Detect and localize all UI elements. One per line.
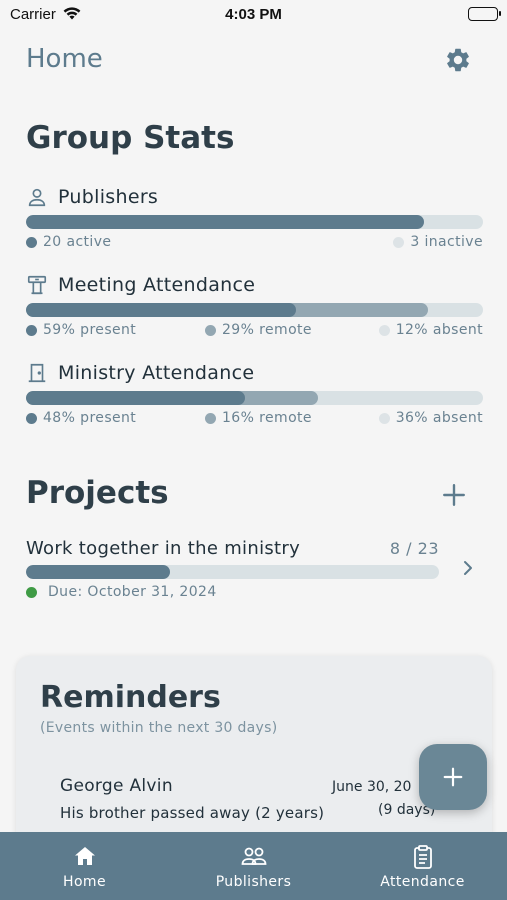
projects-title: Projects (26, 475, 169, 511)
publishers-label: Publishers (58, 186, 159, 208)
reminder-date: June 30, 20 (332, 779, 412, 795)
project-name: Work together in the ministry (26, 538, 301, 559)
meeting-attendance-label: Meeting Attendance (58, 274, 256, 296)
tab-attendance[interactable]: Attendance (338, 832, 507, 900)
meeting-attendance-bar (26, 303, 483, 317)
publishers-bar (26, 215, 483, 229)
due-status-dot (26, 586, 37, 598)
lectern-icon (26, 274, 50, 296)
add-project-button[interactable] (441, 482, 467, 508)
chevron-right-icon (461, 558, 475, 578)
status-bar: Carrier 4:03 PM (0, 0, 507, 30)
reminders-subtitle: (Events within the next 30 days) (40, 720, 278, 736)
tab-publishers[interactable]: Publishers (169, 832, 338, 900)
legend-present: 48% present (26, 410, 136, 426)
legend-inactive: 3 inactive (393, 234, 483, 250)
tab-bar: Home Publishers Attendance (0, 832, 507, 900)
person-icon (26, 186, 50, 208)
reminders-title: Reminders (40, 680, 221, 715)
tab-publishers-label: Publishers (215, 874, 292, 890)
publishers-stat: Publishers 20 active 3 inactive (26, 185, 483, 252)
tab-attendance-label: Attendance (380, 874, 465, 890)
project-due: Due: October 31, 2024 (26, 584, 217, 600)
reminder-name: George Alvin (60, 776, 173, 796)
clock-time: 4:03 PM (225, 6, 282, 23)
ministry-attendance-bar (26, 391, 483, 405)
project-due-label: Due: October 31, 2024 (48, 584, 217, 600)
tab-home[interactable]: Home (0, 832, 169, 900)
plus-icon (443, 484, 465, 506)
people-icon (240, 844, 268, 870)
project-progress-bar (26, 565, 439, 579)
settings-button[interactable] (444, 46, 472, 74)
tab-home-label: Home (63, 874, 106, 890)
plus-icon (443, 767, 463, 787)
meeting-present-segment (26, 303, 296, 317)
publishers-active-segment (26, 215, 424, 229)
gear-icon (447, 48, 469, 72)
legend-present: 59% present (26, 322, 136, 338)
ministry-attendance-stat: Ministry Attendance 48% present 16% remo… (26, 361, 483, 428)
legend-remote: 16% remote (205, 410, 312, 426)
project-count: 8 / 23 (389, 539, 439, 558)
legend-absent: 12% absent (378, 322, 483, 338)
door-icon (26, 362, 50, 384)
add-reminder-fab[interactable] (419, 744, 487, 810)
project-item[interactable]: Work together in the ministry 8 / 23 Due… (26, 536, 483, 606)
page-title: Home (26, 44, 103, 74)
reminder-description: His brother passed away (2 years) (60, 804, 325, 822)
project-progress-fill (26, 565, 170, 579)
legend-remote: 29% remote (205, 322, 312, 338)
battery-icon (468, 7, 501, 21)
home-icon (71, 844, 99, 870)
legend-active: 20 active (26, 234, 111, 250)
clipboard-icon (409, 844, 437, 870)
legend-absent: 36% absent (378, 410, 483, 426)
ministry-present-segment (26, 391, 246, 405)
ministry-attendance-label: Ministry Attendance (58, 362, 255, 384)
group-stats-title: Group Stats (26, 120, 235, 156)
meeting-attendance-stat: Meeting Attendance 59% present 29% remot… (26, 273, 483, 340)
